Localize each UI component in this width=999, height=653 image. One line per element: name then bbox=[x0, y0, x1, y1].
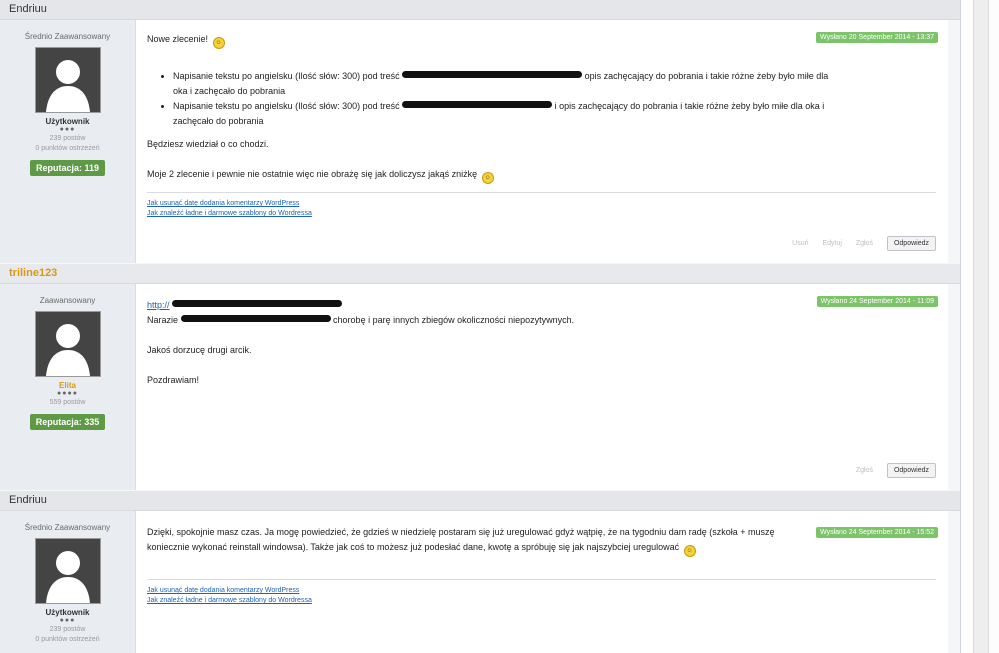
post-date-badge: Wysłano 24 September 2014 - 15:52 bbox=[816, 527, 938, 538]
list-item: Napisanie tekstu po angielsku (Ilość słó… bbox=[173, 99, 838, 129]
reputation-badge: Reputacja: 119 bbox=[29, 160, 106, 176]
avatar[interactable] bbox=[34, 47, 101, 113]
post-actions: Usuń Edytuj Zgłoś Odpowiedz bbox=[780, 236, 936, 251]
avatar-silhouette-icon bbox=[35, 312, 100, 376]
post-2: triline123 Zaawansowany Elita ●●●● 559 p… bbox=[0, 264, 960, 490]
report-button[interactable]: Zgłoś bbox=[856, 240, 873, 247]
author-role: Elita bbox=[59, 381, 76, 390]
avatar[interactable] bbox=[34, 311, 101, 377]
post-count: 239 postów bbox=[49, 135, 86, 142]
author-role: Użytkownik bbox=[45, 608, 90, 617]
post-content: Wysłano 24 September 2014 - 11:09 http:/… bbox=[136, 284, 948, 490]
rank-pips: ●●● bbox=[59, 617, 76, 624]
post-author-name[interactable]: Endriuu bbox=[0, 491, 960, 511]
post-3: Endriuu Średnio Zaawansowany Użytkownik … bbox=[0, 491, 960, 653]
author-info: Średnio Zaawansowany Użytkownik ●●● 239 … bbox=[0, 20, 136, 263]
redaction-scribble bbox=[172, 300, 343, 307]
avatar[interactable] bbox=[34, 538, 101, 604]
smiley-icon: ☺ bbox=[481, 172, 494, 184]
post-content: Wysłano 24 September 2014 - 15:52 Dzięki… bbox=[136, 511, 948, 653]
post-text: Dzięki, spokojnie masz czas. Ja mogę pow… bbox=[147, 527, 775, 552]
signature-link[interactable]: Jak usunąć datę dodania komentarzy WordP… bbox=[147, 586, 936, 596]
post-count: 239 postów bbox=[49, 626, 86, 633]
list-item: Napisanie tekstu po angielsku (Ilość słó… bbox=[173, 69, 838, 99]
edit-button[interactable]: Edytuj bbox=[822, 240, 841, 247]
post-text: Będziesz wiedział o co chodzi. bbox=[147, 139, 269, 149]
author-info: Średnio Zaawansowany Użytkownik ●●● 239 … bbox=[0, 511, 136, 653]
author-rank: Średnio Zaawansowany bbox=[24, 523, 111, 532]
post-text: Narazie bbox=[147, 315, 179, 325]
smiley-icon: ☺ bbox=[212, 37, 225, 49]
rank-pips: ●●●● bbox=[57, 390, 78, 397]
post-text: Jakoś dorzucę drugi arcik. bbox=[147, 345, 252, 355]
signature: Jak usunąć datę dodania komentarzy WordP… bbox=[147, 192, 936, 219]
report-button[interactable]: Zgłoś bbox=[856, 467, 873, 474]
post-intro: Nowe zlecenie! bbox=[147, 34, 209, 44]
scrollbar-track[interactable] bbox=[973, 0, 989, 653]
signature-link[interactable]: Jak usunąć datę dodania komentarzy WordP… bbox=[147, 199, 936, 209]
author-rank: Zaawansowany bbox=[39, 296, 96, 305]
post-text: Pozdrawiam! bbox=[147, 375, 200, 385]
post-author-name[interactable]: triline123 bbox=[0, 264, 960, 284]
reply-button[interactable]: Odpowiedz bbox=[886, 236, 936, 251]
reputation-badge: Reputacja: 335 bbox=[29, 414, 106, 430]
post-count: 559 postów bbox=[49, 399, 86, 406]
avatar-silhouette-icon bbox=[35, 539, 100, 603]
signature-link[interactable]: Jak znaleźć ładne i darmowe szablony do … bbox=[147, 209, 936, 219]
delete-button[interactable]: Usuń bbox=[792, 240, 808, 247]
post-link[interactable]: http:// bbox=[147, 300, 170, 310]
post-actions: Zgłoś Odpowiedz bbox=[844, 463, 936, 478]
signature-link[interactable]: Jak znaleźć ładne i darmowe szablony do … bbox=[147, 596, 936, 606]
post-content: Wysłano 20 September 2014 - 13:37 Nowe z… bbox=[136, 20, 948, 263]
reply-button[interactable]: Odpowiedz bbox=[886, 463, 936, 478]
author-info: Zaawansowany Elita ●●●● 559 postów Reput… bbox=[0, 284, 136, 490]
author-rank: Średnio Zaawansowany bbox=[24, 32, 111, 41]
warning-points: 0 punktów ostrzeżeń bbox=[35, 636, 100, 643]
post-text: chorobę i parę innych zbiegów okolicznoś… bbox=[333, 315, 575, 325]
signature: Jak usunąć datę dodania komentarzy WordP… bbox=[147, 579, 936, 606]
forum-thread: Endriuu Średnio Zaawansowany Użytkownik … bbox=[0, 0, 961, 653]
post-author-name[interactable]: Endriuu bbox=[0, 0, 960, 20]
rank-pips: ●●● bbox=[59, 126, 76, 133]
redaction-scribble bbox=[402, 71, 583, 78]
author-role: Użytkownik bbox=[45, 117, 90, 126]
avatar-silhouette-icon bbox=[35, 48, 100, 112]
post-text: Moje 2 zlecenie i pewnie nie ostatnie wi… bbox=[147, 169, 478, 179]
warning-points: 0 punktów ostrzeżeń bbox=[35, 145, 100, 152]
post-1: Endriuu Średnio Zaawansowany Użytkownik … bbox=[0, 0, 960, 263]
redaction-scribble bbox=[402, 101, 553, 108]
smiley-icon: ☺ bbox=[683, 545, 696, 557]
redaction-scribble bbox=[180, 315, 331, 322]
task-list: Napisanie tekstu po angielsku (Ilość słó… bbox=[147, 69, 838, 129]
